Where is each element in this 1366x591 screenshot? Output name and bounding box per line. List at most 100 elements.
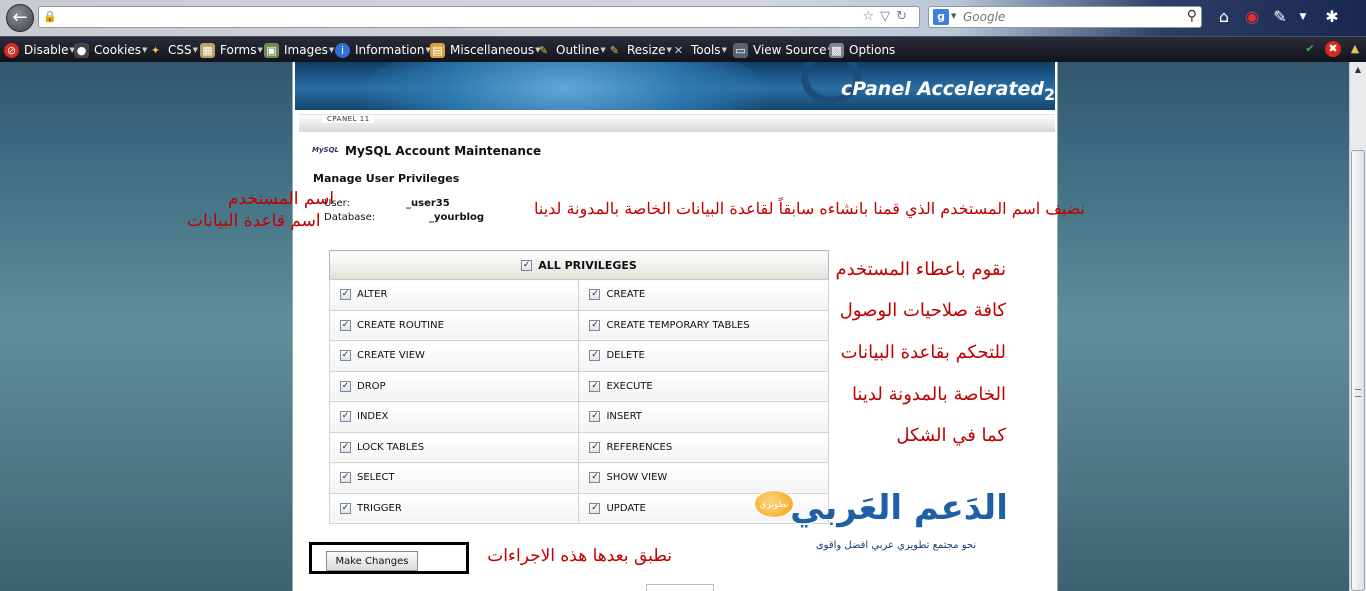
privilege-lock-tables[interactable]: ✓ LOCK TABLES [328,431,580,463]
privilege-select[interactable]: ✓ SELECT [328,462,580,494]
checkbox[interactable]: ✓ [589,441,601,453]
privilege-index[interactable]: ✓ INDEX [328,401,580,433]
devbar-images[interactable]: ▣ Images ▼ [264,41,334,59]
search-bar: g ▼ ⚲ [928,6,1202,28]
bookmark-star-icon[interactable]: ☆ [862,9,880,24]
checkbox[interactable]: ✓ [589,472,601,483]
privilege-create-routine[interactable]: ✓ CREATE ROUTINE [328,309,580,341]
database-label: Database: [324,212,376,223]
checkbox[interactable]: ✓ [589,411,601,422]
checkbox[interactable]: ✓ [589,380,601,392]
cookies-icon: ● [74,42,89,58]
privilege-label: CREATE ROUTINE [357,319,444,331]
privilege-execute[interactable]: ✓ EXECUTE [578,370,829,402]
privilege-label: INSERT [606,411,642,422]
options-icon: ▩ [829,42,844,58]
table-row: ✓ CREATE ROUTINE ✓ CREATE TEMPORARY TABLES [328,309,829,341]
checkbox[interactable]: ✓ [589,350,601,361]
privilege-insert[interactable]: ✓ INSERT [578,401,829,433]
privilege-create-temporary-tables[interactable]: ✓ CREATE TEMPORARY TABLES [578,309,829,341]
checkbox[interactable]: ✓ [340,350,351,361]
devbar-label: Miscellaneous [450,43,535,57]
annotation-apply: نطبق بعدها هذه الاجراءات [487,546,672,566]
extension-icon[interactable]: ◉ [1242,8,1262,26]
devbar-disable[interactable]: ⊘ Disable ▼ [4,41,75,59]
home-icon[interactable]: ⌂ [1214,8,1234,26]
privilege-references[interactable]: ✓ REFERENCES [578,431,829,463]
privilege-label: DROP [357,380,386,392]
devbar-outline[interactable]: ✎ Outline ▼ [536,41,606,59]
devbar-resize[interactable]: ✎ Resize ▼ [607,41,672,59]
checkbox-all-privileges[interactable]: ✓ [521,260,533,271]
annotation-user-name: اسم المستخدم [228,189,335,209]
privilege-label: SELECT [357,472,395,483]
menu-caret-icon[interactable]: ▼ [1293,8,1313,26]
section-title: Manage User Privileges [313,172,460,185]
checkbox[interactable]: ✓ [589,502,601,514]
devbar-cookies[interactable]: ● Cookies ▼ [74,41,147,59]
cpanel-banner: cPanel Accelerated2 [295,62,1055,110]
developer-toolbar: ⊘ Disable ▼ ● Cookies ▼ ✦ CSS ▼ ▦ Forms ▼ ▣ … [0,36,1366,62]
misc-icon: ▤ [430,42,445,58]
privilege-create[interactable]: ✓ CREATE [578,279,829,311]
pencil-icon[interactable]: ✎ [1270,8,1290,26]
checkbox[interactable]: ✓ [340,502,351,514]
search-input[interactable] [963,7,1163,27]
wrench-icon[interactable]: ✱ [1322,8,1342,26]
devbar-miscellaneous[interactable]: ▤ Miscellaneous ▼ [430,41,541,59]
devbar-view-source[interactable]: ▭ View Source▼ [733,41,833,59]
back-button[interactable]: ← [6,4,34,32]
checkbox[interactable]: ✓ [340,289,351,300]
table-row: ✓ DROP ✓ EXECUTE [328,370,829,402]
engine-dropdown-icon[interactable]: ▼ [951,12,956,20]
google-icon[interactable]: g [933,9,949,25]
privilege-drop[interactable]: ✓ DROP [328,370,580,402]
devbar-label: Disable [24,43,69,57]
privilege-label: CREATE TEMPORARY TABLES [606,319,750,331]
make-changes-button[interactable]: Make Changes [326,551,418,571]
url-bar-tools: ☆▽↻ [862,9,913,24]
browser-navbar: ← 🔒 ☆▽↻ g ▼ ⚲ ⌂ ◉ ✎ ▼ ✱ [0,0,1366,36]
checkbox[interactable]: ✓ [589,319,601,331]
scroll-thumb[interactable] [1351,150,1365,591]
annotation-priv-line-3: للتحكم بقاعدة البيانات [840,342,1006,363]
warning-icon[interactable]: ▲ [1347,41,1363,57]
devbar-css[interactable]: ✦ CSS ▼ [148,41,198,59]
privilege-create-view[interactable]: ✓ CREATE VIEW [328,340,580,372]
privilege-delete[interactable]: ✓ DELETE [578,340,829,372]
checkbox[interactable]: ✓ [340,319,351,331]
footer-tab [646,584,714,591]
devbar-tools[interactable]: ✕ Tools ▼ [671,41,727,59]
privilege-trigger[interactable]: ✓ TRIGGER [328,492,580,524]
privilege-label: INDEX [357,411,389,422]
all-privileges-header[interactable]: ✓ ALL PRIVILEGES [329,250,829,280]
check-icon[interactable]: ✔ [1302,41,1318,57]
disable-icon: ⊘ [4,42,19,58]
devbar-label: Information [355,43,425,57]
checkbox[interactable]: ✓ [340,472,351,483]
annotation-add-user: نضيف اسم المستخدم الذي قمنا بانشاءه سابق… [534,199,1085,218]
error-icon[interactable]: ✖ [1325,41,1341,57]
info-icon: i [335,42,350,58]
devbar-forms[interactable]: ▦ Forms ▼ [200,41,263,59]
url-text[interactable] [59,10,451,24]
checkbox[interactable]: ✓ [589,289,601,300]
checkbox[interactable]: ✓ [340,441,351,453]
privilege-alter[interactable]: ✓ ALTER [328,279,580,311]
url-bar[interactable]: 🔒 ☆▽↻ [38,6,920,28]
devbar-label: View Source [753,43,827,57]
globe-graphic [355,62,775,110]
checkbox[interactable]: ✓ [340,380,351,392]
checkbox[interactable]: ✓ [340,411,351,422]
reload-icon[interactable]: ↻ [896,9,913,24]
dropdown-icon[interactable]: ▽ [880,9,896,24]
search-icon[interactable]: ⚲ [1187,8,1197,24]
devbar-options[interactable]: ▩ Options [829,41,895,59]
caret-icon: ▼ [721,46,727,54]
submit-highlight-box: Make Changes [309,542,469,574]
vertical-scrollbar[interactable]: ▲ [1349,62,1366,591]
devbar-label: CSS [168,43,192,57]
table-row: ✓ INDEX ✓ INSERT [328,401,829,433]
devbar-information[interactable]: i Information ▼ [335,41,431,59]
scroll-up-icon[interactable]: ▲ [1350,62,1366,78]
